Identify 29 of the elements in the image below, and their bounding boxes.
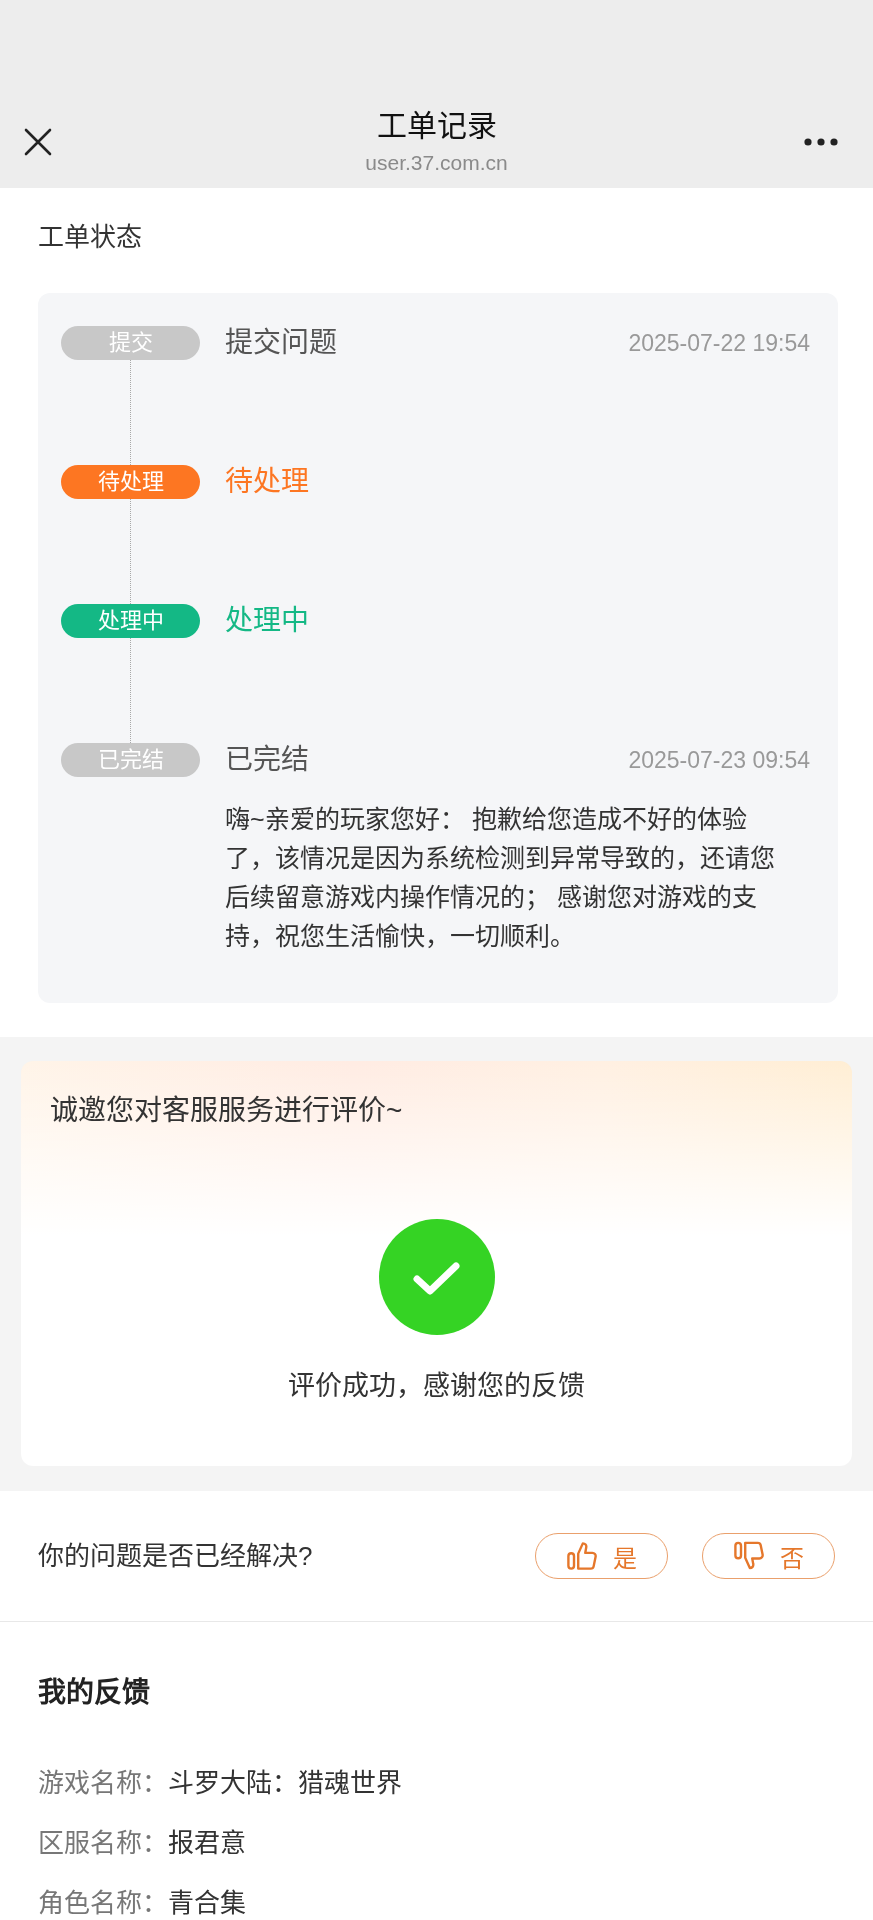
status-time: 2025-07-23 09:54 <box>628 746 810 775</box>
answer-button[interactable]: 否 <box>702 1533 835 1579</box>
page-url: user.37.com.cn <box>365 150 508 176</box>
section-heading: 我的反馈 <box>38 1676 151 1710</box>
thumbs-down-icon <box>733 1541 764 1571</box>
status-badge: 待处理 <box>61 465 200 499</box>
answer-button[interactable]: 是 <box>535 1533 668 1579</box>
status-title: 提交问题 <box>225 326 338 360</box>
section-heading: 工单状态 <box>38 222 143 252</box>
field-label: 角色名称： <box>38 1888 168 1918</box>
field-value: 报君意 <box>168 1828 246 1858</box>
status-time: 2025-07-22 19:54 <box>628 329 810 358</box>
reply-message: 嗨~亲爱的玩家您好： 抱歉给您造成不好的体验了，该情况是因为系统检测到异常导致的，还请您后续留意游戏内操作情况的； 感谢您对游戏的支持，祝您生活愉快，一切顺利。 <box>225 804 776 952</box>
field-value: 青合集 <box>168 1888 246 1918</box>
status-badge: 处理中 <box>61 604 200 638</box>
field-value: 斗罗大陆：猎魂世界 <box>168 1768 402 1798</box>
resolved-question: 你的问题是否已经解决? <box>38 1540 314 1572</box>
more-options-icon[interactable] <box>804 138 838 146</box>
status-title: 已完结 <box>225 743 310 777</box>
close-icon[interactable] <box>24 128 52 156</box>
status-title: 处理中 <box>225 604 310 638</box>
rating-heading: 诚邀您对客服服务进行评价~ <box>50 1094 404 1128</box>
rating-result-text: 评价成功，感谢您的反馈 <box>288 1370 585 1403</box>
field-label: 区服名称： <box>38 1828 168 1858</box>
success-check-icon <box>378 1219 495 1335</box>
page-title: 工单记录 <box>376 109 497 143</box>
status-title: 待处理 <box>225 465 310 499</box>
field-label: 游戏名称： <box>38 1768 168 1798</box>
thumbs-up-icon <box>566 1541 597 1571</box>
